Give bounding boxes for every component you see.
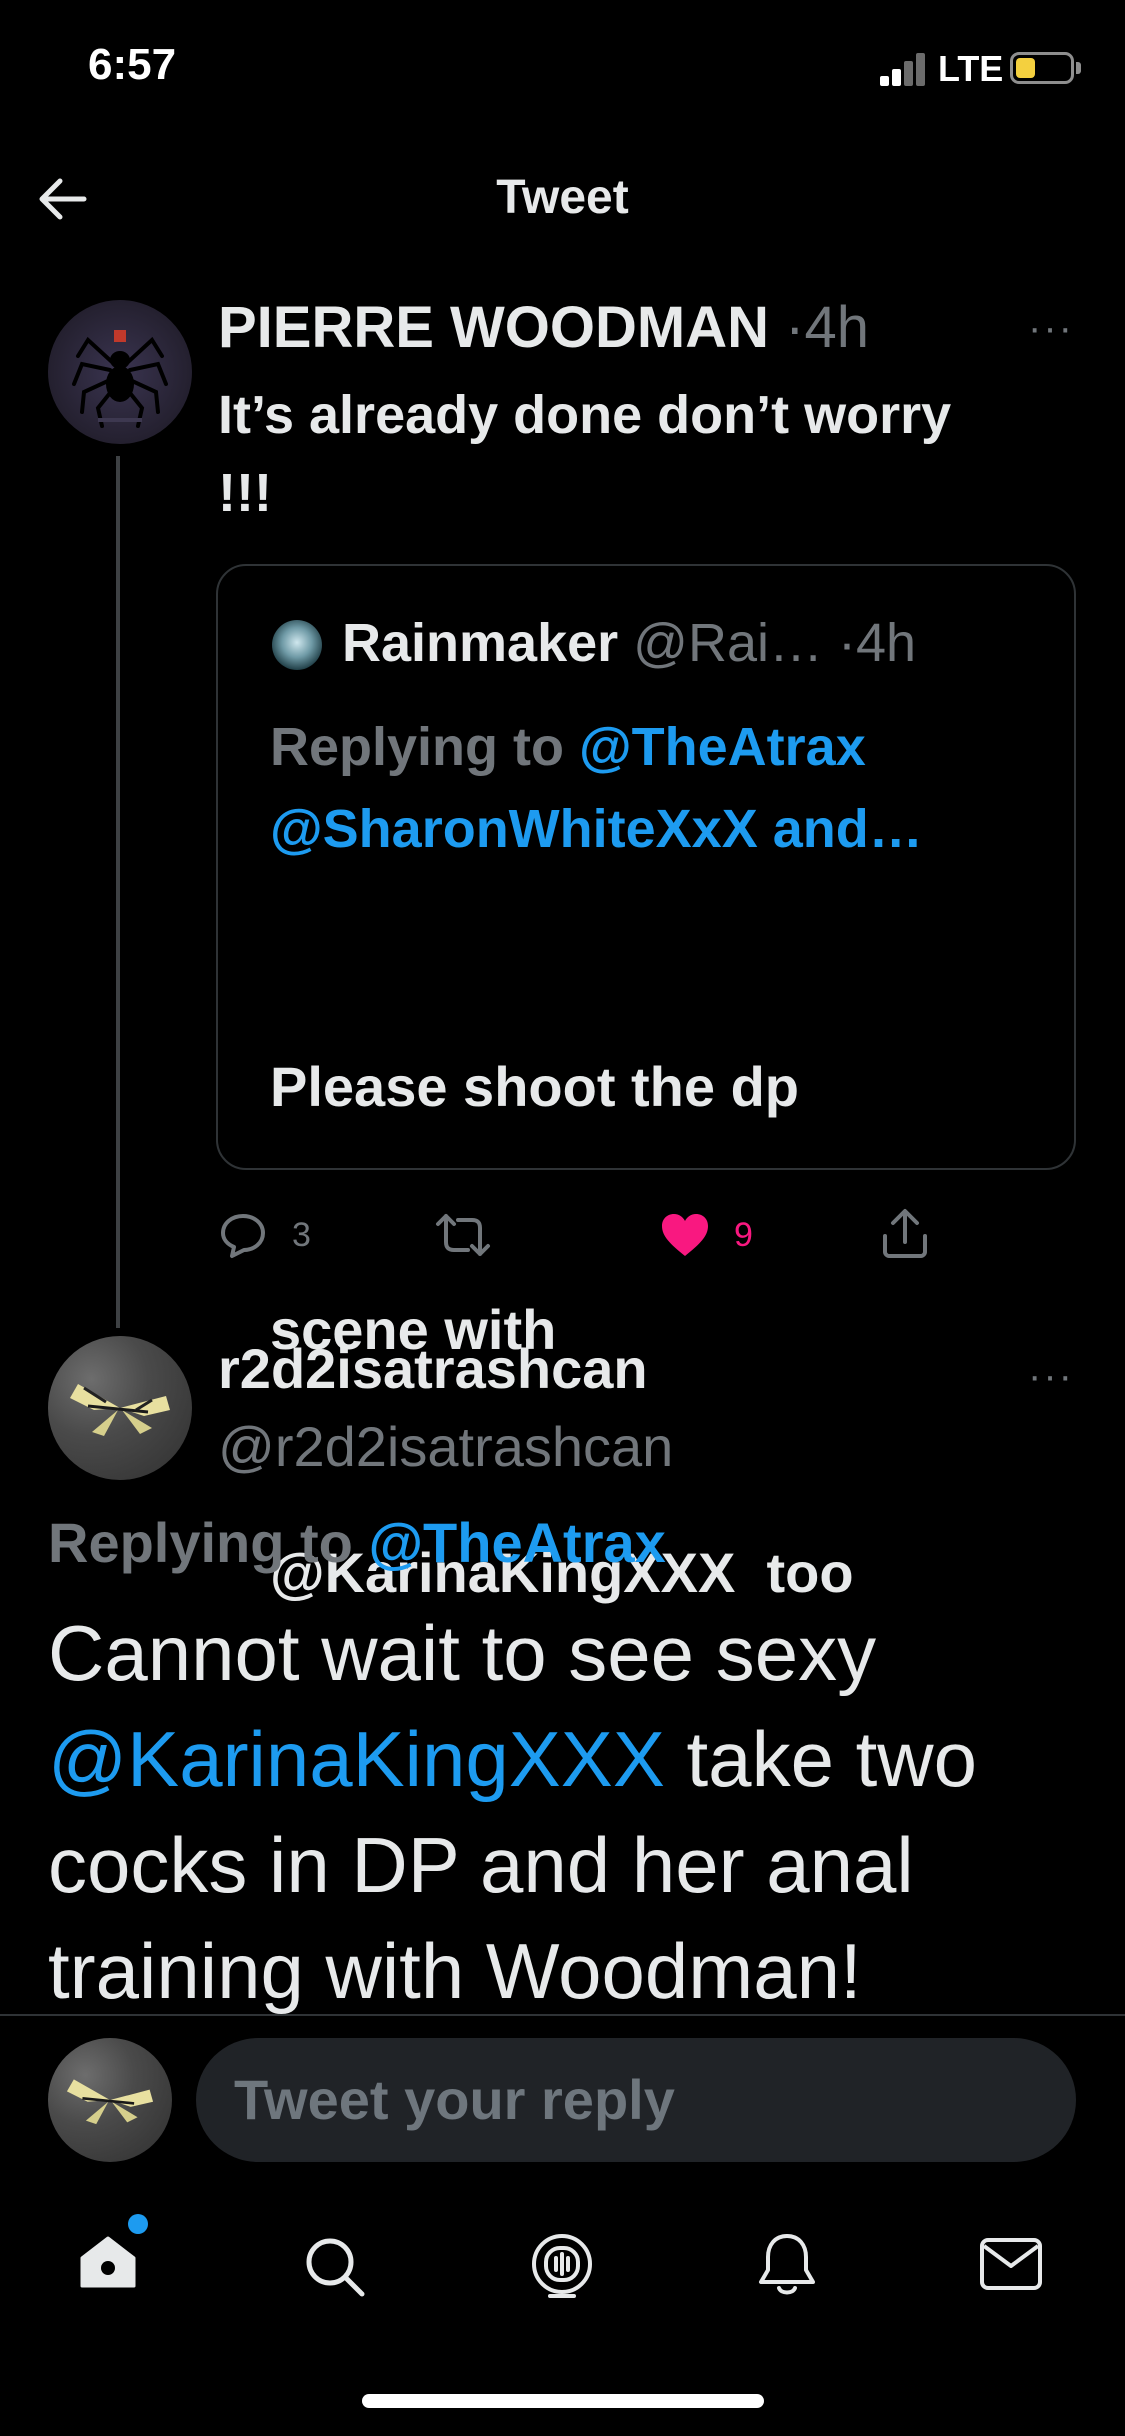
quote-replying-to: Replying to @TheAtrax @SharonWhiteXxX an… [270,706,923,870]
notifications-icon[interactable] [756,2230,818,2300]
composer-divider [0,2014,1125,2016]
tweet-text: It’s already done don’t worry !!! [218,376,951,532]
status-time: 6:57 [88,40,177,89]
mention-link[interactable]: @KarinaKingXXX [48,1715,665,1803]
reply-icon[interactable] [218,1210,268,1260]
separator: · [838,613,857,673]
reply-author-name[interactable]: r2d2isatrashcan [218,1336,648,1401]
battery-level [1016,58,1035,78]
avatar-pierre-woodman[interactable] [48,300,192,444]
new-content-indicator [128,2214,148,2234]
reply-count: 3 [292,1216,311,1254]
tweet-header: PIERRE WOODMAN ·4h [218,294,869,361]
reply-replying-to: Replying to @TheAtrax [48,1510,666,1575]
reply-text-fragment: take two [664,1715,978,1803]
reply-text: Cannot wait to see sexy @KarinaKingXXX t… [48,1600,977,2024]
butterfly-icon [66,2079,154,2125]
tweet-time: 4h [804,295,869,360]
reply-text-line: cocks in DP and her anal [48,1821,914,1909]
quote-author-handle: @Rai… [633,613,824,673]
more-options-icon[interactable]: ··· [1028,1354,1074,1399]
tab-bar [0,2210,1125,2310]
quote-header: Rainmaker @Rai… ·4h [342,612,916,674]
avatar-rainmaker [272,620,322,670]
mention-link[interactable]: @SharonWhiteXxX and… [270,788,923,870]
author-name[interactable]: PIERRE WOODMAN [218,295,769,360]
signal-icon [880,52,926,86]
composer-avatar [48,2038,172,2162]
reply-text-line: training with Woodman! [48,1927,862,2015]
separator: · [785,295,805,360]
page-title: Tweet [496,171,629,224]
like-count: 9 [734,1216,753,1254]
replying-label: Replying to [270,717,564,777]
quote-time: 4h [856,613,917,673]
reply-author-handle: @r2d2isatrashcan [218,1415,674,1478]
more-options-icon[interactable]: ··· [1028,306,1074,351]
reply-text-line: Cannot wait to see sexy [48,1609,877,1697]
tweet-actions: 3 9 [0,1200,1125,1270]
home-indicator[interactable] [362,2394,764,2408]
spider-icon [72,330,168,428]
avatar-r2d2isatrashcan[interactable] [48,1336,192,1480]
tweet-text-line: !!! [218,463,272,523]
like-icon[interactable] [660,1212,710,1258]
spaces-icon[interactable] [528,2230,596,2302]
search-icon[interactable] [302,2234,368,2300]
share-icon[interactable] [880,1206,930,1260]
reply-text-line: @KarinaKingXXX take two [48,1706,977,1812]
home-icon[interactable] [78,2232,138,2292]
retweet-icon[interactable] [434,1212,492,1258]
butterfly-icon [70,1384,170,1436]
quote-text-line: Please shoot the dp [270,1055,799,1118]
battery-icon [1010,52,1074,84]
reply-input[interactable]: Tweet your reply [196,2038,1076,2162]
mention-link[interactable]: @TheAtrax [579,717,866,777]
battery-tip [1076,62,1081,74]
quote-author-name: Rainmaker [342,613,619,673]
network-label: LTE [938,48,1004,89]
tweet-text-line: It’s already done don’t worry [218,385,952,445]
messages-icon[interactable] [978,2236,1044,2292]
mention-link[interactable]: @TheAtrax [368,1511,665,1574]
thread-line [116,456,120,1328]
replying-label: Replying to [48,1511,353,1574]
